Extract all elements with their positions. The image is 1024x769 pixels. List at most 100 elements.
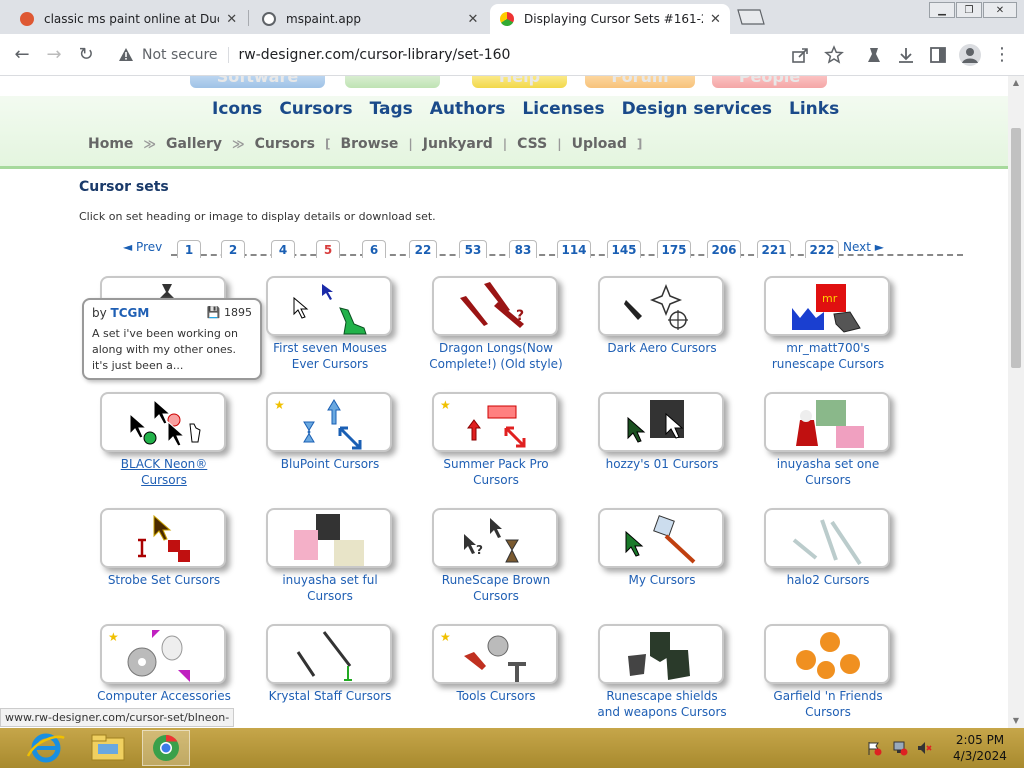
page-link-145[interactable]: 145 [607,240,641,258]
cursor-set-thumbnail[interactable]: ? [432,276,558,336]
cursor-set-thumbnail[interactable]: ★ [100,624,226,684]
page-link-6[interactable]: 6 [362,240,386,258]
cursor-set-card[interactable]: BLACK Neon® Cursors [100,392,230,494]
cursor-set-title[interactable]: inuyasha set ful Cursors [256,572,404,604]
top-tab-home[interactable] [345,76,440,88]
close-tab-icon[interactable]: ✕ [709,12,722,27]
nav-links[interactable]: Links [789,99,839,119]
cursor-set-title-line2[interactable]: Cursors [805,705,851,719]
nav-authors[interactable]: Authors [430,99,506,119]
cursor-set-title-line1[interactable]: Garfield 'n Friends [773,689,882,703]
action-center-flag-icon[interactable] [866,740,882,756]
url-text[interactable]: rw-designer.com/cursor-library/set-160 [239,47,511,63]
top-tab-software[interactable]: Software [190,76,325,88]
nav-cursors[interactable]: Cursors [279,99,352,119]
cursor-set-title[interactable]: BLACK Neon® Cursors [90,456,238,488]
cursor-set-title-line2[interactable]: runescape Cursors [772,357,884,371]
cursor-set-title-line1[interactable]: Tools Cursors [456,689,535,703]
page-link-22[interactable]: 22 [409,240,437,258]
cursor-set-card[interactable]: halo2 Cursors [764,508,894,610]
scroll-down-icon[interactable]: ▼ [1008,714,1024,728]
cursor-set-card[interactable]: Garfield 'n Friends Cursors [764,624,894,726]
breadcrumb-cursors[interactable]: Cursors [255,136,315,152]
cursor-set-thumbnail[interactable] [764,392,890,452]
cursor-set-card[interactable]: ★ BluPoint Cursors [266,392,396,494]
cursor-set-title-line2[interactable]: Cursors [473,473,519,487]
cursor-set-title[interactable]: BluPoint Cursors [256,456,404,472]
cursor-set-card[interactable]: My Cursors [598,508,728,610]
breadcrumb-home[interactable]: Home [88,136,133,152]
cursor-set-title-line1[interactable]: Dragon Longs(Now [439,341,553,355]
internet-explorer-icon[interactable] [22,730,70,766]
scroll-up-icon[interactable]: ▲ [1008,76,1024,90]
cursor-set-title-line1[interactable]: Runescape shields [606,689,717,703]
browser-tab-cursor-sets[interactable]: Displaying Cursor Sets #161-20 ✕ [490,4,730,34]
cursor-set-title-line1[interactable]: BLACK Neon® [121,457,208,471]
cursor-set-thumbnail[interactable] [598,276,724,336]
cursor-set-card[interactable]: ★ Tools Cursors [432,624,562,726]
page-link-4[interactable]: 4 [271,240,295,258]
link-junkyard[interactable]: Junkyard [423,136,493,152]
cursor-set-title[interactable]: hozzy's 01 Cursors [588,456,736,472]
cursor-set-title[interactable]: inuyasha set one Cursors [754,456,902,488]
cursor-set-title-line1[interactable]: Computer Accessories [97,689,231,703]
cursor-set-thumbnail[interactable] [266,624,392,684]
side-panel-icon[interactable] [928,45,948,65]
top-tab-help[interactable]: Help [472,76,567,88]
cursor-set-title-line1[interactable]: Summer Pack Pro [443,457,548,471]
cursor-set-title-line1[interactable]: My Cursors [629,573,696,587]
address-bar[interactable]: Not secure rw-designer.com/cursor-librar… [110,40,860,70]
page-link-221[interactable]: 221 [757,240,791,258]
cursor-set-title[interactable]: Dark Aero Cursors [588,340,736,356]
cursor-set-title-line1[interactable]: hozzy's 01 Cursors [606,457,719,471]
chrome-taskbar-button[interactable] [142,730,190,766]
cursor-set-card[interactable]: Krystal Staff Cursors [266,624,396,726]
cursor-set-title[interactable]: Runescape shields and weapons Cursors [588,688,736,720]
prev-page-link[interactable]: ◄ Prev [123,240,162,254]
nav-licenses[interactable]: Licenses [522,99,604,119]
back-button[interactable]: ← [8,41,36,69]
cursor-set-thumbnail[interactable]: ? [432,508,558,568]
page-link-175[interactable]: 175 [657,240,691,258]
cursor-set-card[interactable]: First seven Mouses Ever Cursors [266,276,396,378]
cursor-set-card[interactable]: Strobe Set Cursors [100,508,230,610]
link-upload[interactable]: Upload [572,136,627,152]
cursor-set-thumbnail[interactable] [266,276,392,336]
page-link-114[interactable]: 114 [557,240,591,258]
cursor-set-title[interactable]: mr_matt700's runescape Cursors [754,340,902,372]
file-explorer-icon[interactable] [84,730,132,766]
page-link-53[interactable]: 53 [459,240,487,258]
cursor-set-title[interactable]: Strobe Set Cursors [90,572,238,588]
share-icon[interactable] [790,45,810,65]
cursor-set-title-line1[interactable]: RuneScape Brown [442,573,550,587]
network-icon[interactable] [892,740,908,756]
cursor-set-thumbnail[interactable]: ★ [432,392,558,452]
cursor-set-title-line2[interactable]: Cursors [473,589,519,603]
cursor-set-title-line1[interactable]: Krystal Staff Cursors [269,689,392,703]
cursor-set-title[interactable]: Krystal Staff Cursors [256,688,404,704]
cursor-set-title-line2[interactable]: Complete!) (Old style) [429,357,563,371]
cursor-set-title-line1[interactable]: First seven Mouses [273,341,387,355]
download-icon[interactable] [896,45,916,65]
page-link-current[interactable]: 5 [316,240,340,258]
cursor-set-thumbnail[interactable] [100,392,226,452]
cursor-set-title-line2[interactable]: Cursors [141,473,187,487]
browser-menu-icon[interactable]: ⋮ [988,41,1016,69]
cursor-set-title[interactable]: Summer Pack Pro Cursors [422,456,570,488]
cursor-set-thumbnail[interactable] [100,508,226,568]
next-page-link[interactable]: Next ► [843,240,884,254]
page-link-222[interactable]: 222 [805,240,839,258]
scrollbar-thumb[interactable] [1011,128,1021,368]
nav-design-services[interactable]: Design services [622,99,772,119]
link-browse[interactable]: Browse [340,136,398,152]
restore-window-button[interactable]: ❐ [956,2,982,18]
cursor-set-thumbnail[interactable] [764,508,890,568]
cursor-set-title-line2[interactable]: Cursors [307,589,353,603]
cursor-set-title-line1[interactable]: BluPoint Cursors [281,457,379,471]
cursor-set-card[interactable]: mr mr_matt700's runescape Cursors [764,276,894,378]
forward-button[interactable]: → [40,41,68,69]
cursor-set-thumbnail[interactable] [598,624,724,684]
breadcrumb-gallery[interactable]: Gallery [166,136,222,152]
cursor-set-title-line1[interactable]: Strobe Set Cursors [108,573,220,587]
cursor-set-title[interactable]: First seven Mouses Ever Cursors [256,340,404,372]
